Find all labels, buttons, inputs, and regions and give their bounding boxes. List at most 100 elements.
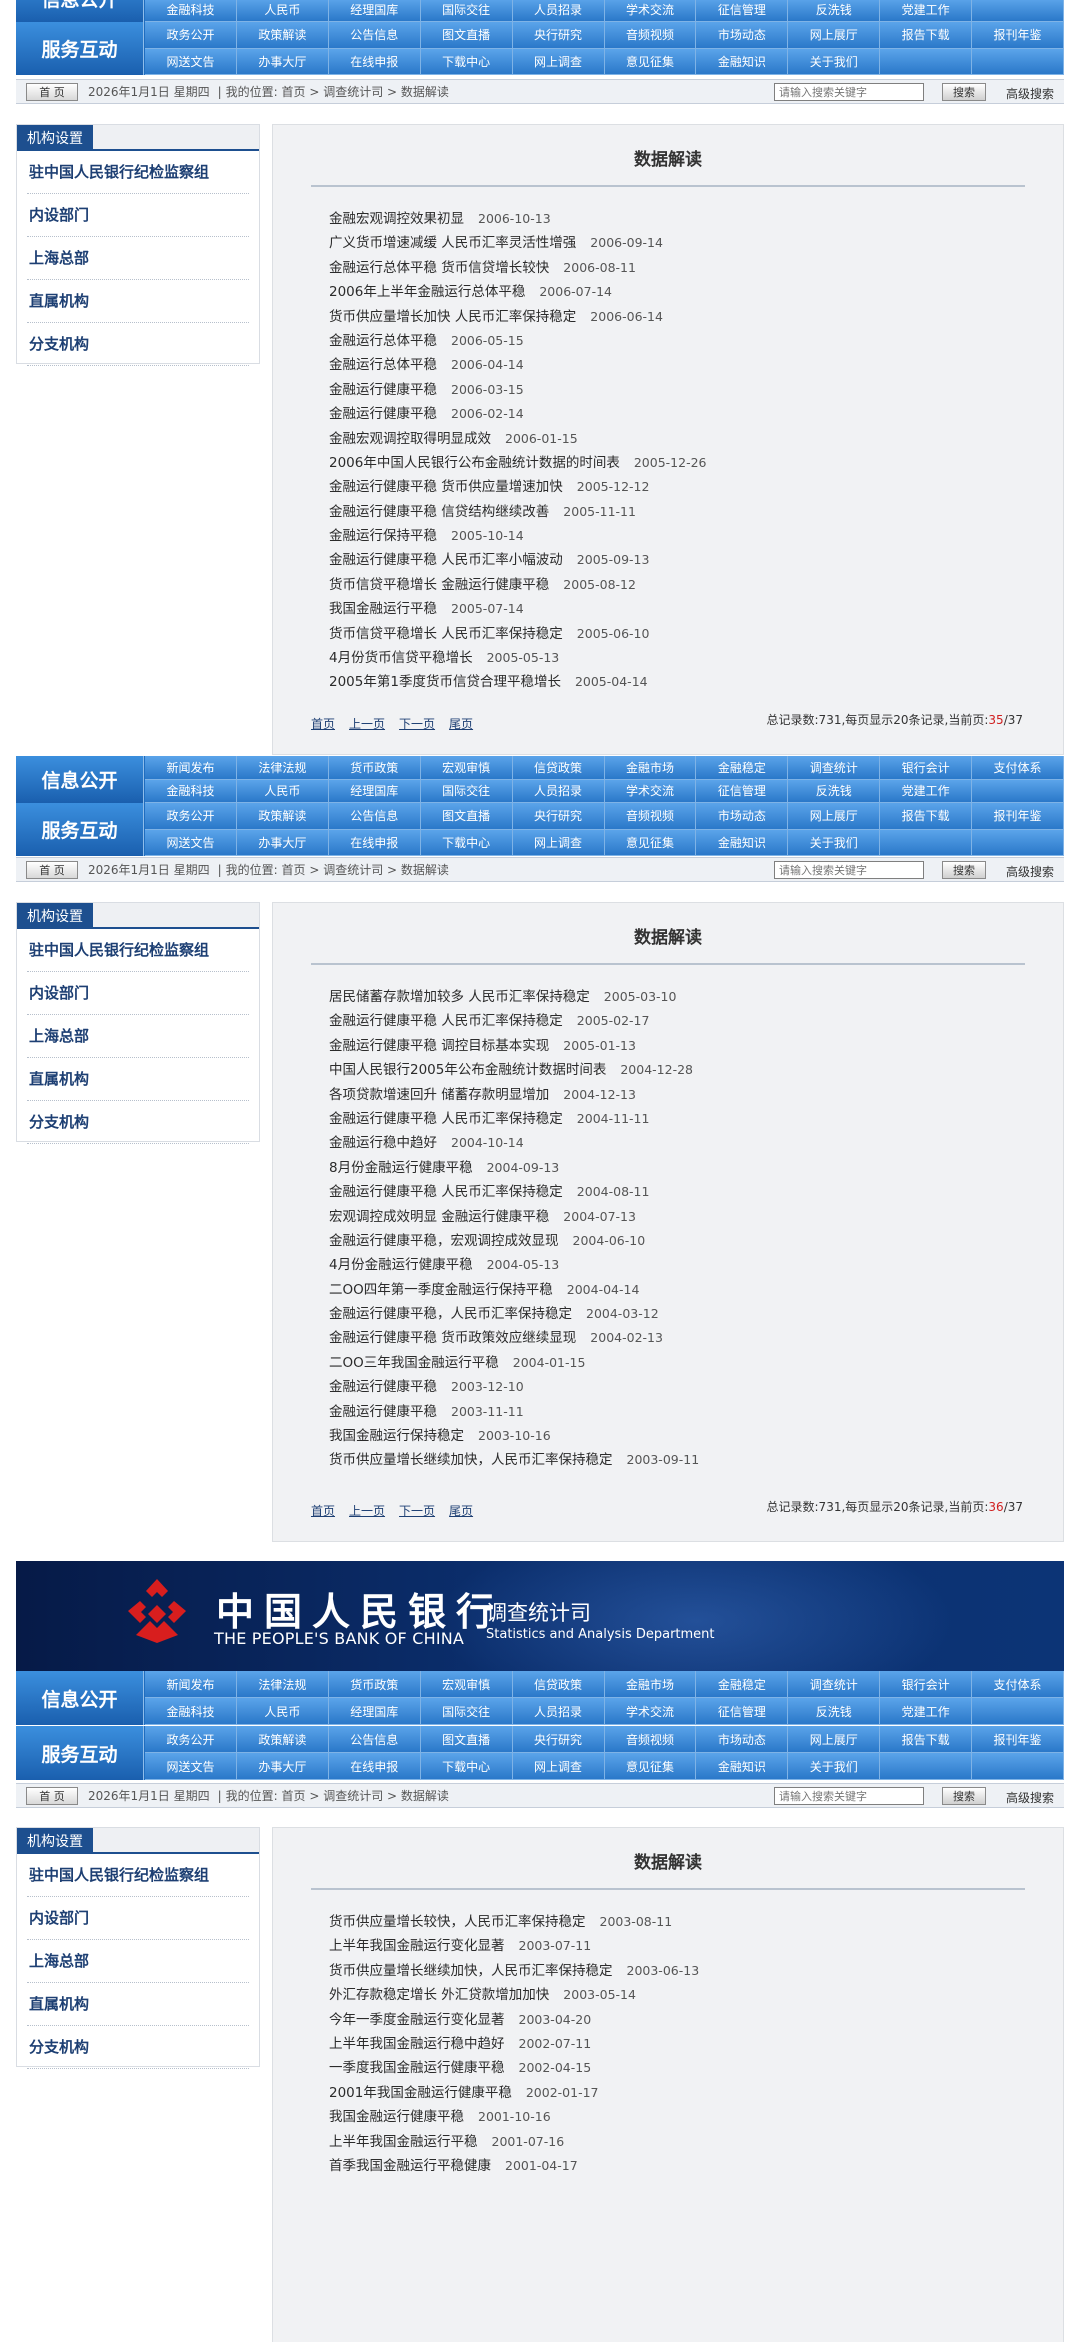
article-title-link[interactable]: 外汇存款稳定增长 外汇贷款增加加快 <box>329 1987 549 2003</box>
article-title-link[interactable]: 金融运行健康平稳 <box>329 1404 437 1420</box>
info-nav-label[interactable]: 信息公开 <box>16 756 144 803</box>
nav-link[interactable]: 金融知识 <box>696 829 789 856</box>
search-button[interactable]: 搜索 <box>942 1787 986 1805</box>
article-title-link[interactable]: 金融运行健康平稳 <box>329 406 437 422</box>
nav-link[interactable] <box>972 1753 1064 1780</box>
nav-link[interactable] <box>972 1698 1064 1725</box>
article-title-link[interactable]: 金融运行健康平稳，宏观调控成效显现 <box>329 1233 559 1249</box>
nav-link[interactable]: 在线申报 <box>328 829 421 856</box>
prev-page-link[interactable]: 上一页 <box>349 1504 385 1518</box>
nav-link[interactable]: 人员招录 <box>512 0 605 22</box>
article-title-link[interactable]: 货币供应量增长加快 人民币汇率保持稳定 <box>329 309 576 325</box>
article-title-link[interactable]: 金融运行总体平稳 <box>329 333 437 349</box>
article-title-link[interactable]: 金融运行总体平稳 货币信贷增长较快 <box>329 260 549 276</box>
sidebar-item[interactable]: 内设部门 <box>27 194 249 237</box>
nav-link[interactable]: 支付体系 <box>972 756 1064 780</box>
article-title-link[interactable]: 金融运行稳中趋好 <box>329 1135 437 1151</box>
advanced-search-link[interactable]: 高级搜索 <box>1006 1789 1054 1806</box>
article-title-link[interactable]: 货币供应量增长继续加快，人民币汇率保持稳定 <box>329 1963 613 1979</box>
nav-link[interactable]: 党建工作 <box>880 779 973 803</box>
nav-link[interactable]: 网上展厅 <box>788 22 881 49</box>
nav-link[interactable]: 意见征集 <box>604 829 697 856</box>
nav-link[interactable]: 新闻发布 <box>145 756 237 780</box>
nav-link[interactable]: 下载中心 <box>420 829 513 856</box>
nav-link[interactable]: 音频视频 <box>604 803 697 830</box>
nav-link[interactable]: 公告信息 <box>328 22 421 49</box>
nav-link[interactable]: 国际交往 <box>420 0 513 22</box>
nav-link[interactable]: 学术交流 <box>604 779 697 803</box>
nav-link[interactable]: 支付体系 <box>972 1671 1064 1698</box>
article-title-link[interactable]: 金融运行保持平稳 <box>329 528 437 544</box>
nav-link[interactable]: 人员招录 <box>512 779 605 803</box>
home-button[interactable]: 首 页 <box>26 1786 78 1805</box>
nav-link[interactable]: 公告信息 <box>328 803 421 830</box>
sidebar-item[interactable]: 上海总部 <box>27 1015 249 1058</box>
article-title-link[interactable]: 8月份金融运行健康平稳 <box>329 1160 473 1176</box>
nav-link[interactable]: 图文直播 <box>420 1726 513 1753</box>
article-title-link[interactable]: 金融运行健康平稳 调控目标基本实现 <box>329 1038 549 1054</box>
nav-link[interactable]: 经理国库 <box>328 779 421 803</box>
article-title-link[interactable]: 金融运行总体平稳 <box>329 357 437 373</box>
article-title-link[interactable]: 我国金融运行保持稳定 <box>329 1428 464 1444</box>
nav-link[interactable]: 报告下载 <box>880 22 973 49</box>
article-title-link[interactable]: 宏观调控成效明显 金融运行健康平稳 <box>329 1209 549 1225</box>
article-title-link[interactable]: 金融运行健康平稳 人民币汇率保持稳定 <box>329 1184 563 1200</box>
nav-link[interactable]: 金融科技 <box>145 0 237 22</box>
nav-link[interactable]: 政务公开 <box>145 803 237 830</box>
nav-link[interactable]: 报刊年鉴 <box>972 1726 1064 1753</box>
nav-link[interactable]: 办事大厅 <box>236 48 329 75</box>
sidebar-item[interactable]: 直属机构 <box>27 1983 249 2026</box>
nav-link[interactable]: 金融稳定 <box>696 756 789 780</box>
article-title-link[interactable]: 广义货币增速减缓 人民币汇率灵活性增强 <box>329 235 576 251</box>
nav-link[interactable]: 网送文告 <box>145 829 237 856</box>
service-nav-label[interactable]: 服务互动 <box>16 803 144 856</box>
nav-link[interactable]: 报刊年鉴 <box>972 803 1064 830</box>
nav-link[interactable]: 央行研究 <box>512 803 605 830</box>
nav-link[interactable]: 办事大厅 <box>236 1753 329 1780</box>
article-title-link[interactable]: 首季我国金融运行平稳健康 <box>329 2158 491 2174</box>
nav-link[interactable]: 办事大厅 <box>236 829 329 856</box>
nav-link[interactable]: 银行会计 <box>880 1671 973 1698</box>
advanced-search-link[interactable]: 高级搜索 <box>1006 85 1054 102</box>
article-title-link[interactable]: 金融运行健康平稳 人民币汇率小幅波动 <box>329 552 563 568</box>
article-title-link[interactable]: 4月份货币信贷平稳增长 <box>329 650 473 666</box>
nav-link[interactable]: 网上展厅 <box>788 803 881 830</box>
next-page-link[interactable]: 下一页 <box>399 717 435 731</box>
nav-link[interactable]: 下载中心 <box>420 48 513 75</box>
nav-link[interactable]: 公告信息 <box>328 1726 421 1753</box>
article-title-link[interactable]: 今年一季度金融运行变化显著 <box>329 2012 505 2028</box>
article-title-link[interactable]: 上半年我国金融运行稳中趋好 <box>329 2036 505 2052</box>
nav-link[interactable]: 经理国库 <box>328 0 421 22</box>
first-page-link[interactable]: 首页 <box>311 1504 335 1518</box>
article-title-link[interactable]: 金融运行健康平稳，人民币汇率保持稳定 <box>329 1306 572 1322</box>
article-title-link[interactable]: 货币供应量增长较快，人民币汇率保持稳定 <box>329 1914 586 1930</box>
sidebar-item[interactable]: 上海总部 <box>27 237 249 280</box>
nav-link[interactable]: 金融市场 <box>604 1671 697 1698</box>
nav-link[interactable]: 音频视频 <box>604 22 697 49</box>
last-page-link[interactable]: 尾页 <box>449 717 473 731</box>
nav-link[interactable]: 宏观审慎 <box>420 756 513 780</box>
nav-link[interactable]: 网送文告 <box>145 1753 237 1780</box>
article-title-link[interactable]: 金融运行健康平稳 <box>329 382 437 398</box>
article-title-link[interactable]: 金融宏观调控取得明显成效 <box>329 431 491 447</box>
nav-link[interactable]: 关于我们 <box>788 1753 881 1780</box>
info-nav-label[interactable]: 信息公开 <box>16 1671 144 1725</box>
nav-link[interactable]: 意见征集 <box>604 48 697 75</box>
nav-link[interactable]: 金融知识 <box>696 48 789 75</box>
article-title-link[interactable]: 金融运行健康平稳 人民币汇率保持稳定 <box>329 1013 563 1029</box>
sidebar-item[interactable]: 驻中国人民银行纪检监察组 <box>27 1854 249 1897</box>
article-title-link[interactable]: 上半年我国金融运行平稳 <box>329 2134 478 2150</box>
article-title-link[interactable]: 金融运行健康平稳 货币政策效应继续显现 <box>329 1330 576 1346</box>
nav-link[interactable]: 学术交流 <box>604 0 697 22</box>
nav-link[interactable]: 党建工作 <box>880 1698 973 1725</box>
nav-link[interactable]: 人民币 <box>236 0 329 22</box>
sidebar-item[interactable]: 内设部门 <box>27 972 249 1015</box>
article-title-link[interactable]: 货币供应量增长继续加快，人民币汇率保持稳定 <box>329 1452 613 1468</box>
nav-link[interactable]: 反洗钱 <box>788 779 881 803</box>
nav-link[interactable]: 网上调查 <box>512 829 605 856</box>
nav-link[interactable]: 金融稳定 <box>696 1671 789 1698</box>
nav-link[interactable]: 经理国库 <box>328 1698 421 1725</box>
nav-link[interactable]: 政策解读 <box>236 22 329 49</box>
nav-link[interactable]: 调查统计 <box>788 1671 881 1698</box>
article-title-link[interactable]: 4月份金融运行健康平稳 <box>329 1257 473 1273</box>
